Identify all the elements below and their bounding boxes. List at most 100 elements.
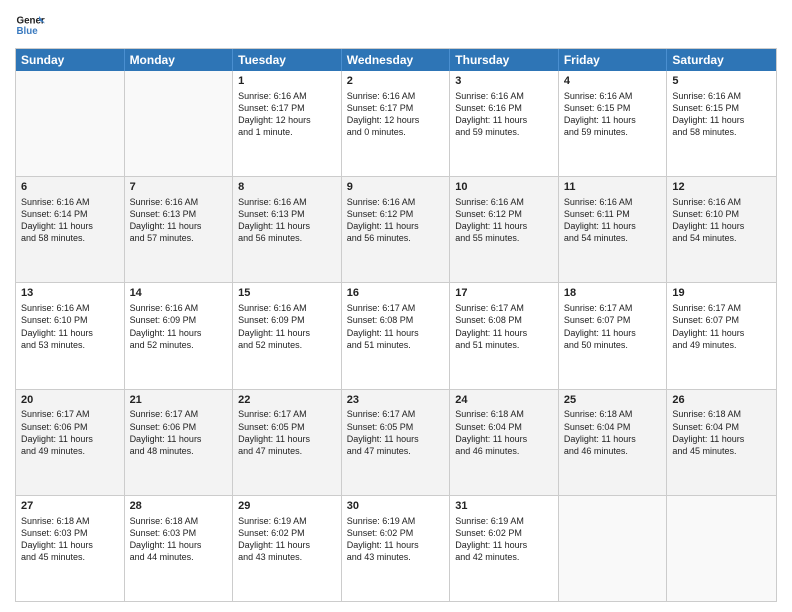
calendar-cell: 27Sunrise: 6:18 AM Sunset: 6:03 PM Dayli…	[16, 496, 125, 601]
day-number: 2	[347, 74, 445, 89]
day-number: 10	[455, 180, 553, 195]
day-info: Sunrise: 6:16 AM Sunset: 6:13 PM Dayligh…	[238, 196, 336, 245]
calendar-cell: 26Sunrise: 6:18 AM Sunset: 6:04 PM Dayli…	[667, 390, 776, 495]
day-info: Sunrise: 6:16 AM Sunset: 6:10 PM Dayligh…	[21, 302, 119, 351]
calendar-row: 27Sunrise: 6:18 AM Sunset: 6:03 PM Dayli…	[16, 495, 776, 601]
calendar-cell: 1Sunrise: 6:16 AM Sunset: 6:17 PM Daylig…	[233, 71, 342, 176]
day-info: Sunrise: 6:16 AM Sunset: 6:11 PM Dayligh…	[564, 196, 662, 245]
day-info: Sunrise: 6:17 AM Sunset: 6:08 PM Dayligh…	[347, 302, 445, 351]
calendar-cell	[125, 71, 234, 176]
day-number: 17	[455, 286, 553, 301]
day-number: 13	[21, 286, 119, 301]
day-info: Sunrise: 6:18 AM Sunset: 6:03 PM Dayligh…	[21, 515, 119, 564]
calendar-cell	[16, 71, 125, 176]
day-number: 6	[21, 180, 119, 195]
day-info: Sunrise: 6:17 AM Sunset: 6:05 PM Dayligh…	[238, 408, 336, 457]
weekday-header: Thursday	[450, 49, 559, 71]
calendar-cell: 30Sunrise: 6:19 AM Sunset: 6:02 PM Dayli…	[342, 496, 451, 601]
day-number: 23	[347, 393, 445, 408]
day-number: 25	[564, 393, 662, 408]
day-number: 21	[130, 393, 228, 408]
calendar-cell: 9Sunrise: 6:16 AM Sunset: 6:12 PM Daylig…	[342, 177, 451, 282]
day-info: Sunrise: 6:16 AM Sunset: 6:10 PM Dayligh…	[672, 196, 771, 245]
calendar-cell: 22Sunrise: 6:17 AM Sunset: 6:05 PM Dayli…	[233, 390, 342, 495]
day-info: Sunrise: 6:17 AM Sunset: 6:08 PM Dayligh…	[455, 302, 553, 351]
day-info: Sunrise: 6:19 AM Sunset: 6:02 PM Dayligh…	[455, 515, 553, 564]
calendar-cell: 19Sunrise: 6:17 AM Sunset: 6:07 PM Dayli…	[667, 283, 776, 388]
day-info: Sunrise: 6:17 AM Sunset: 6:05 PM Dayligh…	[347, 408, 445, 457]
logo: General Blue	[15, 10, 45, 40]
day-info: Sunrise: 6:18 AM Sunset: 6:03 PM Dayligh…	[130, 515, 228, 564]
day-number: 28	[130, 499, 228, 514]
day-info: Sunrise: 6:16 AM Sunset: 6:09 PM Dayligh…	[238, 302, 336, 351]
svg-text:Blue: Blue	[17, 26, 39, 37]
day-number: 5	[672, 74, 771, 89]
day-number: 16	[347, 286, 445, 301]
day-number: 19	[672, 286, 771, 301]
weekday-header: Monday	[125, 49, 234, 71]
calendar-cell: 14Sunrise: 6:16 AM Sunset: 6:09 PM Dayli…	[125, 283, 234, 388]
day-number: 24	[455, 393, 553, 408]
calendar-cell: 5Sunrise: 6:16 AM Sunset: 6:15 PM Daylig…	[667, 71, 776, 176]
calendar-cell: 10Sunrise: 6:16 AM Sunset: 6:12 PM Dayli…	[450, 177, 559, 282]
weekday-header: Tuesday	[233, 49, 342, 71]
day-number: 29	[238, 499, 336, 514]
weekday-header: Sunday	[16, 49, 125, 71]
calendar-body: 1 Sunrise: 6:16 AM Sunset: 6:17 PM Daylig…	[16, 71, 776, 601]
calendar-cell: 11Sunrise: 6:16 AM Sunset: 6:11 PM Dayli…	[559, 177, 668, 282]
calendar-cell: 12Sunrise: 6:16 AM Sunset: 6:10 PM Dayli…	[667, 177, 776, 282]
day-info: Sunrise: 6:17 AM Sunset: 6:07 PM Dayligh…	[564, 302, 662, 351]
calendar-cell: 29Sunrise: 6:19 AM Sunset: 6:02 PM Dayli…	[233, 496, 342, 601]
day-number: 11	[564, 180, 662, 195]
calendar-cell: 6Sunrise: 6:16 AM Sunset: 6:14 PM Daylig…	[16, 177, 125, 282]
day-info: Sunrise: 6:18 AM Sunset: 6:04 PM Dayligh…	[672, 408, 771, 457]
day-info: Sunrise: 6:17 AM Sunset: 6:06 PM Dayligh…	[130, 408, 228, 457]
day-info: Sunrise: 6:19 AM Sunset: 6:02 PM Dayligh…	[238, 515, 336, 564]
day-info: Sunrise: 6:19 AM Sunset: 6:02 PM Dayligh…	[347, 515, 445, 564]
day-info: Sunrise: 6:16 AM Sunset: 6:12 PM Dayligh…	[455, 196, 553, 245]
calendar-cell: 16Sunrise: 6:17 AM Sunset: 6:08 PM Dayli…	[342, 283, 451, 388]
calendar-cell: 25Sunrise: 6:18 AM Sunset: 6:04 PM Dayli…	[559, 390, 668, 495]
calendar-cell: 15Sunrise: 6:16 AM Sunset: 6:09 PM Dayli…	[233, 283, 342, 388]
weekday-header: Wednesday	[342, 49, 451, 71]
weekday-header: Saturday	[667, 49, 776, 71]
calendar: SundayMondayTuesdayWednesdayThursdayFrid…	[15, 48, 777, 602]
day-info: Sunrise: 6:16 AM Sunset: 6:17 PM Dayligh…	[347, 90, 445, 139]
day-info: Sunrise: 6:16 AM Sunset: 6:15 PM Dayligh…	[672, 90, 771, 139]
calendar-cell	[559, 496, 668, 601]
day-number: 4	[564, 74, 662, 89]
calendar-cell: 7Sunrise: 6:16 AM Sunset: 6:13 PM Daylig…	[125, 177, 234, 282]
calendar-cell: 2Sunrise: 6:16 AM Sunset: 6:17 PM Daylig…	[342, 71, 451, 176]
weekday-header: Friday	[559, 49, 668, 71]
calendar-cell	[667, 496, 776, 601]
day-number: 12	[672, 180, 771, 195]
calendar-cell: 31Sunrise: 6:19 AM Sunset: 6:02 PM Dayli…	[450, 496, 559, 601]
day-number: 22	[238, 393, 336, 408]
day-info: Sunrise: 6:17 AM Sunset: 6:06 PM Dayligh…	[21, 408, 119, 457]
calendar-cell: 13Sunrise: 6:16 AM Sunset: 6:10 PM Dayli…	[16, 283, 125, 388]
day-number: 26	[672, 393, 771, 408]
header: General Blue	[15, 10, 777, 40]
calendar-cell: 18Sunrise: 6:17 AM Sunset: 6:07 PM Dayli…	[559, 283, 668, 388]
day-number: 8	[238, 180, 336, 195]
day-info: Sunrise: 6:16 AM Sunset: 6:09 PM Dayligh…	[130, 302, 228, 351]
calendar-cell: 21Sunrise: 6:17 AM Sunset: 6:06 PM Dayli…	[125, 390, 234, 495]
calendar-row: 13Sunrise: 6:16 AM Sunset: 6:10 PM Dayli…	[16, 282, 776, 388]
day-number: 1	[238, 74, 336, 89]
calendar-cell: 8Sunrise: 6:16 AM Sunset: 6:13 PM Daylig…	[233, 177, 342, 282]
calendar-cell: 20Sunrise: 6:17 AM Sunset: 6:06 PM Dayli…	[16, 390, 125, 495]
calendar-cell: 3Sunrise: 6:16 AM Sunset: 6:16 PM Daylig…	[450, 71, 559, 176]
day-number: 15	[238, 286, 336, 301]
day-info: Sunrise: 6:18 AM Sunset: 6:04 PM Dayligh…	[564, 408, 662, 457]
day-number: 20	[21, 393, 119, 408]
day-number: 14	[130, 286, 228, 301]
calendar-row: 6Sunrise: 6:16 AM Sunset: 6:14 PM Daylig…	[16, 176, 776, 282]
day-info: Sunrise: 6:16 AM Sunset: 6:14 PM Dayligh…	[21, 196, 119, 245]
calendar-cell: 23Sunrise: 6:17 AM Sunset: 6:05 PM Dayli…	[342, 390, 451, 495]
day-number: 18	[564, 286, 662, 301]
day-info: Sunrise: 6:16 AM Sunset: 6:12 PM Dayligh…	[347, 196, 445, 245]
calendar-cell: 17Sunrise: 6:17 AM Sunset: 6:08 PM Dayli…	[450, 283, 559, 388]
calendar-header: SundayMondayTuesdayWednesdayThursdayFrid…	[16, 49, 776, 71]
day-number: 31	[455, 499, 553, 514]
day-number: 27	[21, 499, 119, 514]
